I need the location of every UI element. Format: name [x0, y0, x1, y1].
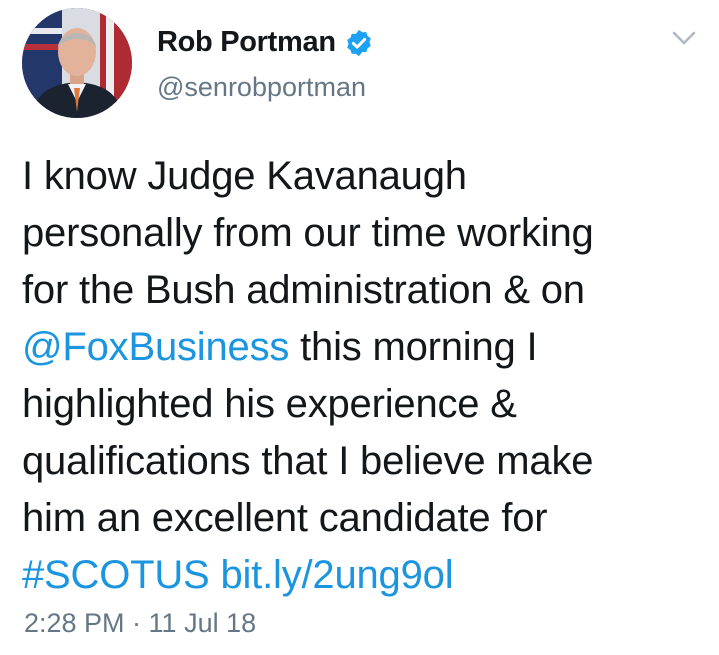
- hashtag-link[interactable]: #SCOTUS: [22, 553, 210, 597]
- verified-badge-icon: [347, 29, 371, 56]
- author-name-row: Rob Portman: [157, 26, 374, 59]
- author-avatar[interactable]: [22, 8, 132, 118]
- tweet-text: I know Judge Kavanaugh personally from o…: [22, 148, 712, 604]
- tweet-text-part: I know Judge Kavanaugh personally from o…: [22, 154, 594, 312]
- tweet-text-spacer: [210, 553, 221, 597]
- url-link[interactable]: bit.ly/2ung9ol: [220, 553, 453, 597]
- chevron-down-icon[interactable]: [668, 24, 700, 52]
- author-display-name[interactable]: Rob Portman: [157, 26, 336, 59]
- mention-link[interactable]: @FoxBusiness: [22, 325, 289, 369]
- profile-avatar-image: [22, 8, 132, 118]
- tweet-card: Rob Portman @senrobportman I know Judge …: [0, 0, 719, 655]
- author-handle[interactable]: @senrobportman: [157, 72, 366, 103]
- tweet-timestamp[interactable]: 2:28 PM · 11 Jul 18: [24, 608, 256, 639]
